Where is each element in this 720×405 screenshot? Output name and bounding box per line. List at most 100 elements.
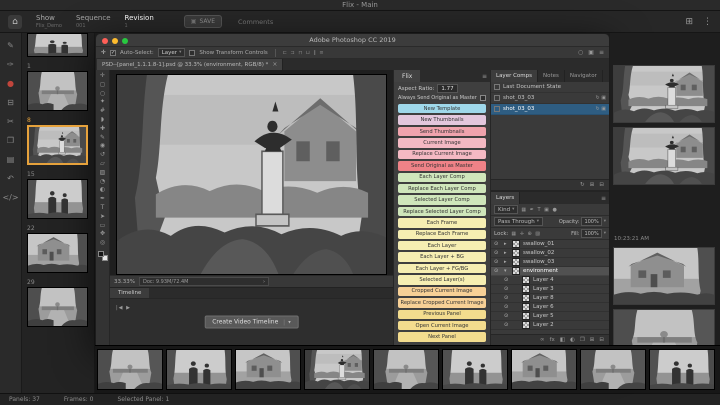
fill-value[interactable]: 100% (581, 229, 601, 238)
comments-button[interactable]: Comments (238, 18, 273, 26)
crop-tool[interactable]: # (100, 107, 105, 115)
type-tool[interactable]: T (101, 204, 105, 212)
panel-menu-icon[interactable]: ≡ (599, 49, 604, 56)
code-icon[interactable]: </> (2, 194, 18, 202)
scissors-icon[interactable]: ✂ (7, 118, 14, 126)
visibility-icon[interactable]: ⊙ (494, 250, 501, 256)
panel-thumbnail-item[interactable]: 22 (27, 225, 89, 273)
visibility-icon[interactable]: ⊙ (504, 304, 511, 310)
filmstrip-thumbnail[interactable] (235, 349, 301, 390)
mask-icon[interactable]: ◧ (560, 337, 565, 343)
filmstrip-thumbnail[interactable] (166, 349, 232, 390)
foreground-color[interactable] (98, 251, 104, 257)
filmstrip-thumbnail[interactable] (649, 349, 715, 390)
comp-row-icons[interactable]: ↻ ▣ (595, 106, 606, 112)
flix-action-button[interactable]: Replace Each Frame (398, 230, 486, 239)
clipboard-icon[interactable]: ▤ (7, 156, 15, 164)
lock-icons[interactable]: ▦ ✛ ⊕ ▨ (511, 231, 541, 237)
flix-action-button[interactable]: Each Layer + BG (398, 252, 486, 261)
panel-thumbnail-item[interactable]: 29 (27, 279, 89, 327)
filmstrip-thumbnail[interactable] (442, 349, 508, 390)
visibility-icon[interactable]: ⊙ (504, 313, 511, 319)
zoom-tool[interactable]: ◎ (100, 239, 105, 247)
blend-mode-dropdown[interactable]: Pass Through ▾ (494, 217, 543, 226)
panel-thumbnail-item[interactable]: 1 (27, 63, 89, 111)
filmstrip-thumbnail[interactable] (511, 349, 577, 390)
canvas[interactable] (110, 70, 393, 275)
layer-comp-row[interactable]: shot_03_03 ↻ ▣ (491, 104, 609, 115)
header-nav-item[interactable]: Sequence 001 (76, 15, 111, 29)
panel-thumbnail[interactable] (27, 125, 88, 165)
visibility-icon[interactable]: ⊙ (504, 286, 511, 292)
version-preview[interactable] (613, 127, 715, 185)
auto-select-checkbox[interactable]: ✓ (110, 50, 116, 56)
trash-icon[interactable]: ⊟ (7, 99, 14, 107)
comp-row-icons[interactable]: ↻ ▣ (595, 95, 606, 101)
flix-action-button[interactable]: Replace Current Image (398, 150, 486, 159)
timeline-tab[interactable]: Timeline (110, 288, 149, 298)
layer-row[interactable]: ⊙ Layer 6 (491, 303, 609, 312)
layer-row[interactable]: ⊙ Layer 4 (491, 276, 609, 285)
layer-row[interactable]: ⊙ Layer 3 (491, 285, 609, 294)
zoom-level[interactable]: 33.33% (114, 279, 135, 285)
tab-close-icon[interactable]: × (272, 61, 277, 68)
flix-action-button[interactable]: Current Image (398, 138, 486, 147)
color-swatches[interactable] (98, 251, 108, 261)
visibility-icon[interactable]: ⊙ (504, 322, 511, 328)
auto-select-dropdown[interactable]: Layer ▾ (158, 48, 186, 57)
visibility-icon[interactable]: ⊙ (494, 259, 501, 265)
flix-action-button[interactable]: Send Original as Master (398, 161, 486, 170)
version-preview[interactable] (613, 309, 715, 345)
pencil-icon[interactable]: ✎ (7, 42, 14, 50)
gradient-tool[interactable]: ▨ (100, 169, 106, 177)
home-button[interactable]: ⌂ (8, 15, 22, 29)
layer-row[interactable]: ⊙ Layer 2 (491, 321, 609, 330)
hand-tool[interactable]: ✥ (100, 230, 105, 238)
group-icon[interactable]: ❐ (580, 337, 585, 343)
panel-menu-icon[interactable]: ≡ (601, 192, 609, 204)
apply-comp-icon[interactable]: ↻ (580, 182, 585, 188)
panel-thumbnail[interactable] (27, 233, 88, 273)
visibility-icon[interactable]: ⊙ (494, 268, 501, 274)
comp-apply-box[interactable] (494, 106, 500, 112)
visibility-icon[interactable]: ⊙ (504, 277, 511, 283)
create-video-timeline-button[interactable]: Create Video Timeline ▾ (204, 316, 299, 329)
panel-tab[interactable]: Layer Comps (491, 70, 538, 82)
document-tab[interactable]: PSD--[panel_1.1.1.8-1].psd @ 33.3% (envi… (97, 59, 283, 70)
flix-action-button[interactable]: Next Panel (398, 332, 486, 341)
panel-tab[interactable]: Notes (538, 70, 565, 82)
flix-action-button[interactable]: Send Thumbnails (398, 127, 486, 136)
flix-action-button[interactable]: Each Frame (398, 218, 486, 227)
undo-icon[interactable]: ↶ (7, 175, 14, 183)
adjustment-icon[interactable]: ◐ (570, 337, 575, 343)
more-options-icon[interactable]: ⋮ (703, 17, 712, 27)
search-icon[interactable]: ○ (578, 49, 583, 56)
move-tool[interactable]: ✛ (100, 72, 105, 80)
flix-action-button[interactable]: Replace Selected Layer Comp (398, 207, 486, 216)
fx-icon[interactable]: fx (550, 337, 555, 343)
version-preview[interactable] (613, 65, 715, 123)
fullscreen-button[interactable] (122, 38, 128, 44)
panel-thumbnail[interactable] (27, 33, 88, 57)
panel-thumbnail-item[interactable]: 15 (27, 171, 89, 219)
panel-thumbnail-item[interactable] (27, 33, 89, 57)
layer-row[interactable]: ⊙ swallow_02 (491, 249, 609, 258)
panel-thumbnail[interactable] (27, 179, 88, 219)
filmstrip-thumbnail[interactable] (373, 349, 439, 390)
brush-tool[interactable]: ✎ (100, 134, 105, 142)
delete-comp-icon[interactable]: ⊟ (599, 182, 604, 188)
magic-wand-tool[interactable]: ✦ (100, 98, 105, 106)
pen-tool[interactable]: ✒ (100, 195, 105, 203)
filmstrip-thumbnail[interactable] (97, 349, 163, 390)
marquee-tool[interactable]: ◻ (100, 81, 105, 89)
flix-action-button[interactable]: New Thumbnails (398, 115, 486, 124)
show-transform-checkbox[interactable] (189, 50, 195, 56)
flix-action-button[interactable]: Selected Layer Comp (398, 195, 486, 204)
filter-type-icons[interactable]: ▦ ✒ T ▣ ● (521, 207, 557, 213)
comp-apply-box[interactable] (494, 84, 500, 90)
brush-icon[interactable]: ✑ (7, 61, 14, 69)
stamp-tool[interactable]: ◉ (100, 142, 105, 150)
grid-view-icon[interactable]: ⊞ (685, 17, 693, 27)
panel-menu-icon[interactable]: ≡ (482, 70, 490, 82)
history-brush-tool[interactable]: ↺ (100, 151, 105, 159)
